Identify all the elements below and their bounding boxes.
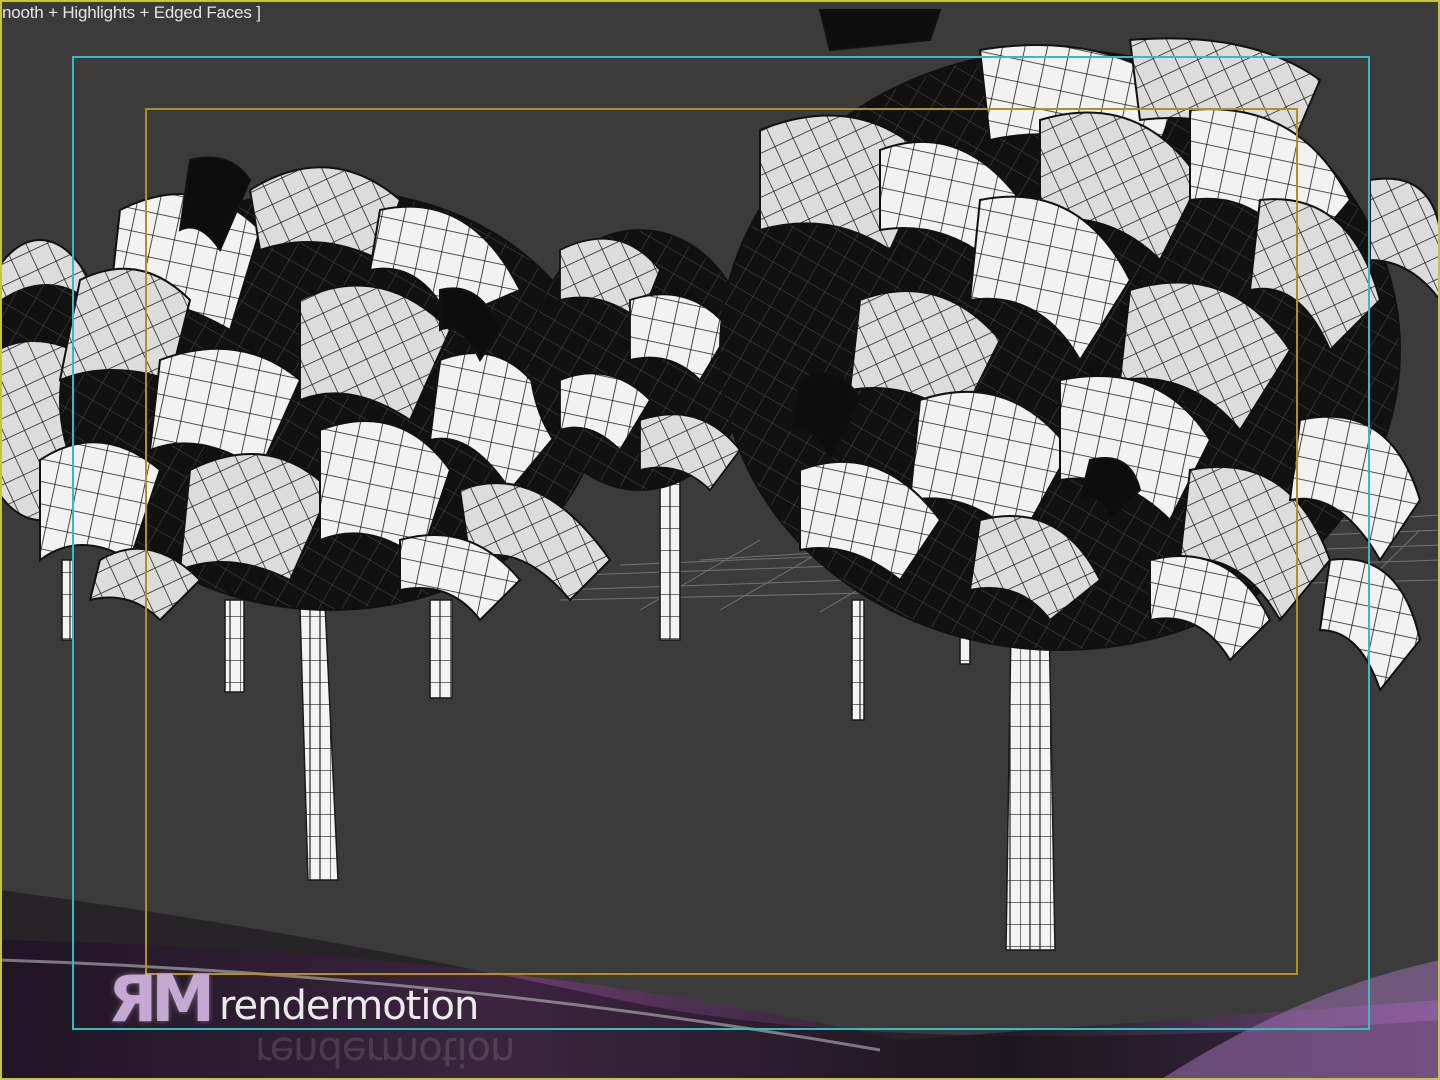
logo-mark: ЯM <box>108 963 215 1037</box>
viewport-shading-label[interactable]: nooth + Highlights + Edged Faces ] <box>2 3 261 23</box>
perspective-viewport[interactable]: nooth + Highlights + Edged Faces ] ЯM re… <box>0 0 1440 1080</box>
tree-right-canopy <box>719 9 1440 693</box>
trunk-far-left <box>61 559 75 641</box>
logo-wordmark: rendermotion <box>218 983 479 1029</box>
scene-canvas[interactable] <box>0 0 1440 1080</box>
trunk-left-small <box>224 599 245 693</box>
rendermotion-logo: ЯM rendermotion <box>108 963 479 1037</box>
tree-middle-canopy <box>529 229 751 492</box>
trunk-center-thin <box>851 599 865 721</box>
trunk-middle <box>659 469 681 641</box>
trunk-left-back <box>429 599 453 699</box>
tree-left-canopy <box>39 156 612 622</box>
